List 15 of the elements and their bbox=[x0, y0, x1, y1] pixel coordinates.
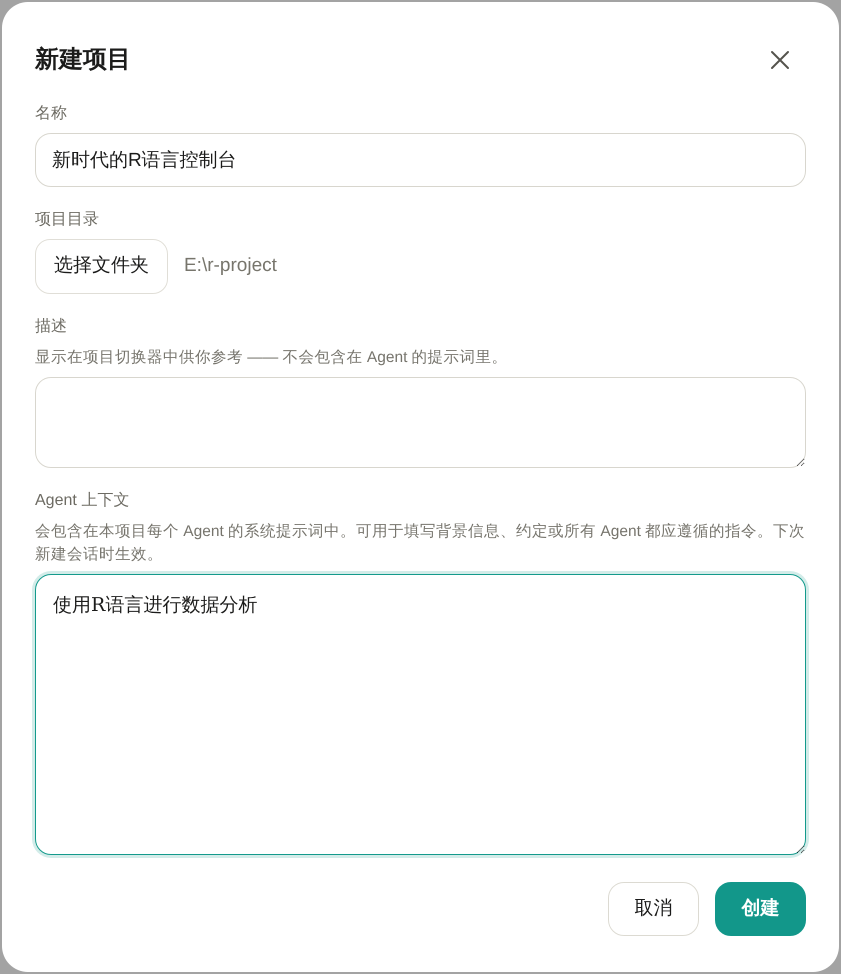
folder-path: E:\r-project bbox=[184, 254, 277, 278]
field-hint: 显示在项目切换器中供你参考 —— 不会包含在 Agent 的提示词里。 bbox=[35, 348, 509, 368]
cancel-button[interactable]: 取消 bbox=[608, 882, 699, 936]
close-button[interactable] bbox=[770, 50, 790, 70]
text-input[interactable]: 新时代的R语言控制台 bbox=[35, 133, 806, 187]
field-label: Agent 上下文 bbox=[35, 490, 130, 511]
field-label: 描述 bbox=[35, 316, 68, 337]
field-label: 项目目录 bbox=[35, 210, 100, 230]
field-label: 名称 bbox=[35, 104, 68, 124]
dialog-title: 新建项目 bbox=[35, 45, 131, 75]
choose-folder-button[interactable]: 选择文件夹 bbox=[35, 239, 168, 294]
close-icon bbox=[770, 50, 790, 70]
text-area[interactable]: 使用R语言进行数据分析 bbox=[35, 574, 806, 855]
create-button[interactable]: 创建 bbox=[715, 882, 806, 936]
field-hint: 会包含在本项目每个 Agent 的系统提示词中。可用于填写背景信息、约定或所有 Agent 都应遵循的指令。下次新建会话时生效。 bbox=[35, 522, 806, 565]
